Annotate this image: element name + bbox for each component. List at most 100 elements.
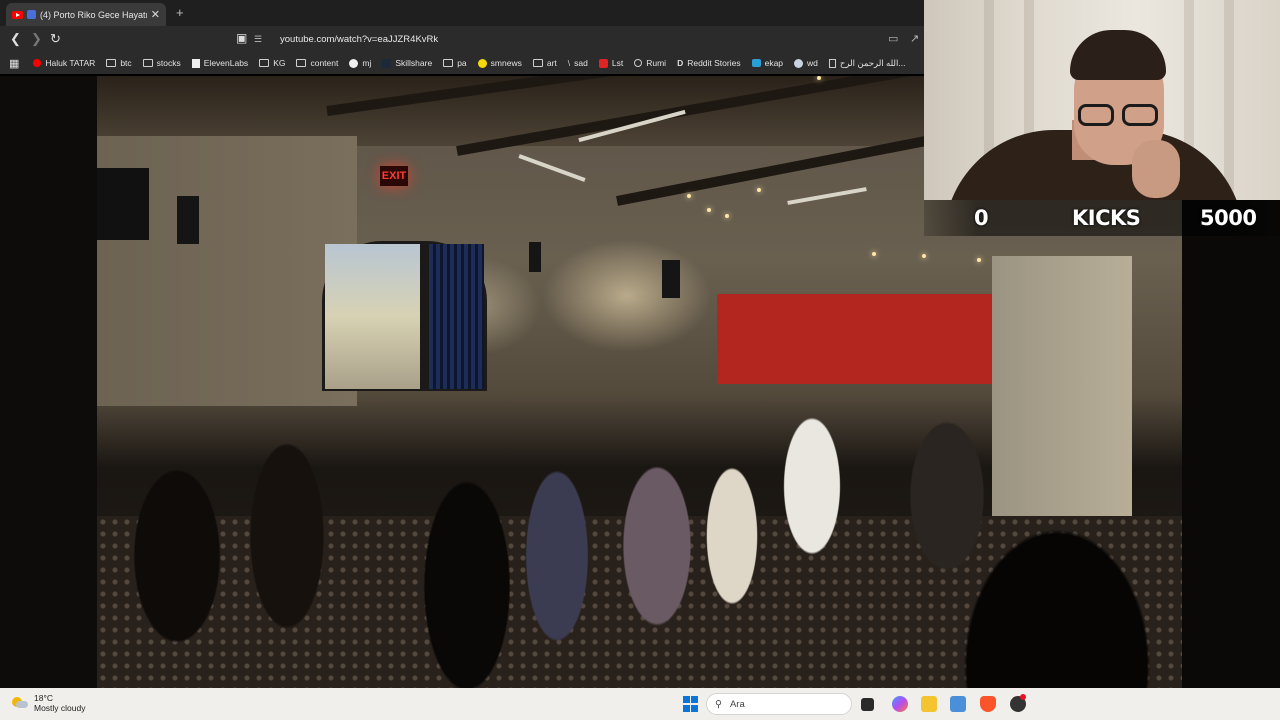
bookmark-label: Lst (611, 58, 624, 68)
bookmark-icon[interactable]: ▣ (236, 31, 247, 45)
search-icon: ⚲ (715, 698, 722, 710)
back-arrow-icon[interactable]: ❮ (10, 31, 21, 47)
page-icon (828, 58, 836, 68)
bookmark-item[interactable]: pa (443, 58, 467, 68)
bookmark-item[interactable]: KG (259, 58, 285, 68)
bookmark-item[interactable]: Haluk TATAR (33, 58, 95, 68)
bookmark-label: ElevenLabs (203, 58, 249, 68)
glasses (1078, 104, 1162, 126)
bird-icon (751, 59, 761, 67)
folder-icon (443, 59, 454, 67)
streamer-hair (1070, 30, 1166, 80)
bookmark-label: KG (273, 58, 286, 68)
folder-icon (296, 59, 307, 67)
bookmark-item[interactable]: wd (794, 58, 818, 68)
string-light (817, 76, 821, 80)
string-light (725, 214, 729, 218)
bookmark-label: الله الرحمن الرح... (839, 57, 906, 68)
weather-widget[interactable]: 18°C Mostly cloudy (12, 693, 86, 713)
file-explorer-icon[interactable] (921, 696, 937, 712)
kicks-count: 0 (974, 206, 989, 230)
url-text: youtube.com/watch?v=eaJJZR4KvRk (280, 33, 439, 45)
bookmark-label: Skillshare (395, 58, 433, 68)
bookmark-item[interactable]: Rumi (634, 58, 666, 68)
bookmark-item[interactable]: Skillshare (382, 58, 432, 68)
bookmark-label: Rumi (646, 58, 667, 68)
site-info-icon[interactable]: ☰ (254, 34, 266, 45)
partly-cloudy-icon (12, 697, 28, 709)
folder-icon (106, 59, 117, 67)
kicks-counter: 0 KICKS 5000 (924, 200, 1280, 236)
bookmark-item[interactable]: btc (106, 58, 132, 68)
brave-browser-icon[interactable] (980, 696, 996, 712)
bookmark-label: Reddit Stories (687, 58, 741, 68)
bookmark-label: smnews (490, 58, 522, 68)
globe-icon (634, 59, 643, 67)
kicks-label: KICKS (1072, 206, 1141, 230)
apps-grid-icon[interactable]: ▦ (9, 57, 19, 70)
folder-icon (259, 59, 270, 67)
kicks-goal: 5000 (1200, 206, 1257, 230)
ceiling-fan (518, 154, 586, 182)
taskbar-search[interactable]: ⚲ Ara (706, 693, 852, 715)
bookmark-item[interactable]: stocks (142, 58, 181, 68)
video-letterbox-left (0, 76, 97, 688)
bookmarks-bar: ▦ Haluk TATAR btc stocks ElevenLabs KG c… (0, 52, 924, 74)
bookmark-item[interactable]: content (296, 58, 338, 68)
task-view-icon[interactable] (861, 698, 874, 711)
bookmark-item[interactable]: ElevenLabs (191, 58, 249, 68)
ceiling-fan (787, 187, 867, 205)
youtube-icon (33, 59, 42, 67)
skillshare-icon (382, 58, 392, 68)
snipping-tool-icon[interactable] (950, 696, 966, 712)
active-tab[interactable]: (4) Porto Riko Gece Hayatı: G ✕ (6, 3, 166, 26)
browser-toolbar: ❮ ❯ ↻ ▣ ☰ youtube.com/watch?v=eaJJZR4KvR… (0, 26, 924, 52)
bookmark-item[interactable]: \ sad (568, 58, 588, 68)
bookmark-label: ekap (764, 58, 784, 68)
string-light (922, 254, 926, 258)
string-light (757, 188, 761, 192)
bookmark-item[interactable]: smnews (477, 58, 522, 68)
bookmark-item[interactable]: mj (349, 58, 371, 68)
forward-arrow-icon[interactable]: ❯ (31, 31, 42, 47)
bookmark-label: Haluk TATAR (45, 58, 96, 68)
reload-icon[interactable]: ↻ (50, 31, 61, 47)
windows-start-icon[interactable] (683, 696, 699, 712)
search-placeholder: Ara (729, 698, 745, 710)
taskbar: 18°C Mostly cloudy ⚲ Ara (0, 688, 1280, 720)
bookmark-item[interactable]: ekap (751, 58, 784, 68)
string-light (687, 194, 691, 198)
folder-icon (532, 59, 543, 67)
string-light (872, 252, 876, 256)
wd-icon (794, 58, 804, 68)
bookmark-item[interactable]: Lst (598, 58, 624, 68)
bookmark-item[interactable]: art (532, 58, 557, 68)
share-icon[interactable]: ↗ (910, 32, 919, 45)
slash-icon: \ (567, 58, 571, 68)
wall-speaker (177, 196, 199, 244)
string-light (977, 258, 981, 262)
bookmark-label: wd (807, 58, 818, 68)
bookmark-label: sad (574, 58, 588, 68)
webcam-overlay (924, 0, 1280, 200)
cast-icon[interactable]: ▭ (888, 32, 898, 45)
tab-audio-icon[interactable] (27, 10, 36, 19)
copilot-icon[interactable] (892, 696, 908, 712)
new-tab-button[interactable]: + (176, 5, 184, 20)
bookmark-label: mj (362, 58, 372, 68)
dancing-crowd (97, 336, 1182, 688)
tab-title: (4) Porto Riko Gece Hayatı: G (40, 9, 147, 20)
wall-speaker (662, 260, 680, 298)
bookmark-label: content (310, 58, 339, 68)
s-icon (598, 58, 608, 68)
bookmark-label: pa (457, 58, 467, 68)
bookmark-label: stocks (156, 58, 181, 68)
folder-icon (142, 59, 153, 67)
youtube-favicon-icon (12, 10, 23, 19)
wall-tv (97, 168, 149, 240)
bookmark-item[interactable]: الله الرحمن الرح... (828, 57, 906, 69)
bookmark-item[interactable]: D Reddit Stories (677, 58, 741, 68)
exit-sign: EXIT (380, 166, 408, 186)
address-bar[interactable]: ☰ youtube.com/watch?v=eaJJZR4KvRk (254, 29, 924, 49)
tab-close-icon[interactable]: ✕ (151, 8, 160, 21)
